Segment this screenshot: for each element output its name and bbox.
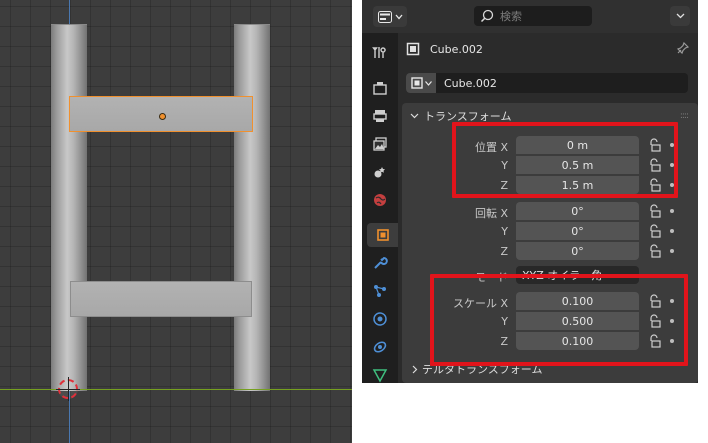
physics-icon [373, 312, 387, 326]
lock-icon[interactable] [648, 204, 662, 218]
keyframe-dot-icon[interactable] [670, 229, 674, 233]
properties-header: 検索 [362, 0, 698, 32]
particles-icon [374, 285, 386, 297]
tab-tool[interactable] [367, 40, 393, 64]
view-layer-icon [373, 137, 387, 151]
rotation-z-row: Z 0° [402, 242, 698, 260]
rotation-y-label: Y [501, 225, 508, 238]
keyframe-dot-icon[interactable] [670, 249, 674, 253]
tab-physics[interactable] [367, 307, 393, 331]
search-input[interactable]: 検索 [474, 6, 592, 26]
keyframe-dot-icon[interactable] [670, 209, 674, 213]
location-highlight-box [452, 122, 678, 198]
lower-crossbar-object[interactable] [70, 281, 252, 317]
scale-highlight-box [430, 274, 688, 366]
tab-world[interactable] [367, 188, 393, 212]
render-icon [373, 82, 387, 95]
output-icon [373, 110, 387, 122]
rotation-y-row: Y 0° [402, 222, 698, 240]
mesh-data-icon [372, 369, 388, 383]
rotation-z-field[interactable]: 0° [516, 242, 639, 260]
object-icon [410, 77, 423, 89]
chevron-down-icon [424, 80, 432, 86]
3d-cursor-icon[interactable] [56, 377, 80, 401]
tool-icon [372, 47, 386, 58]
rotation-y-field[interactable]: 0° [516, 222, 639, 240]
chevron-down-icon [410, 113, 419, 119]
tab-data[interactable] [367, 363, 393, 383]
search-placeholder: 検索 [500, 10, 522, 23]
object-context-name: Cube.002 [430, 42, 483, 56]
tab-constraints[interactable] [367, 335, 393, 359]
world-icon [374, 194, 386, 206]
wrench-icon [374, 256, 388, 269]
rotation-x-row: 回転 X 0° [402, 202, 698, 220]
tab-view-layer[interactable] [367, 132, 393, 156]
lock-icon[interactable] [648, 224, 662, 238]
object-origin [159, 113, 166, 120]
tab-object[interactable] [367, 223, 398, 247]
scene-icon [374, 167, 385, 178]
options-dropdown-button[interactable] [670, 6, 690, 26]
rotation-z-label: Z [500, 245, 508, 258]
object-name-value: Cube.002 [444, 76, 497, 90]
chevron-down-icon [395, 14, 402, 19]
rotation-x-label: 回転 X [474, 207, 508, 220]
lock-icon[interactable] [648, 244, 662, 258]
object-icon [406, 42, 420, 56]
properties-editor: 検索 Cube.002 Cube.002 トランスフォーム:::: 位置 X … [362, 0, 698, 383]
3d-viewport[interactable] [0, 0, 352, 443]
left-pillar-object[interactable] [51, 24, 87, 391]
chevron-down-icon [676, 13, 684, 19]
tab-particles[interactable] [367, 279, 393, 303]
right-pillar-object[interactable] [234, 24, 270, 391]
object-context-header: Cube.002 [406, 39, 690, 59]
chevron-right-icon [412, 365, 418, 373]
x-axis-line [0, 389, 352, 390]
properties-tab-bar [362, 33, 398, 383]
rotation-x-field[interactable]: 0° [516, 202, 639, 220]
tab-scene[interactable] [367, 160, 393, 184]
object-type-dropdown[interactable] [406, 73, 436, 93]
object-icon [376, 229, 389, 241]
properties-editor-icon [377, 10, 392, 23]
editor-type-button[interactable] [373, 6, 407, 27]
tab-render[interactable] [367, 76, 393, 100]
constraints-icon [373, 341, 387, 353]
drag-grip-icon[interactable]: :::: [680, 111, 689, 121]
pin-icon[interactable] [676, 41, 690, 58]
tab-output[interactable] [367, 104, 393, 128]
object-name-field[interactable]: Cube.002 [406, 73, 688, 93]
tab-modifiers[interactable] [367, 251, 393, 275]
search-icon [480, 9, 494, 23]
